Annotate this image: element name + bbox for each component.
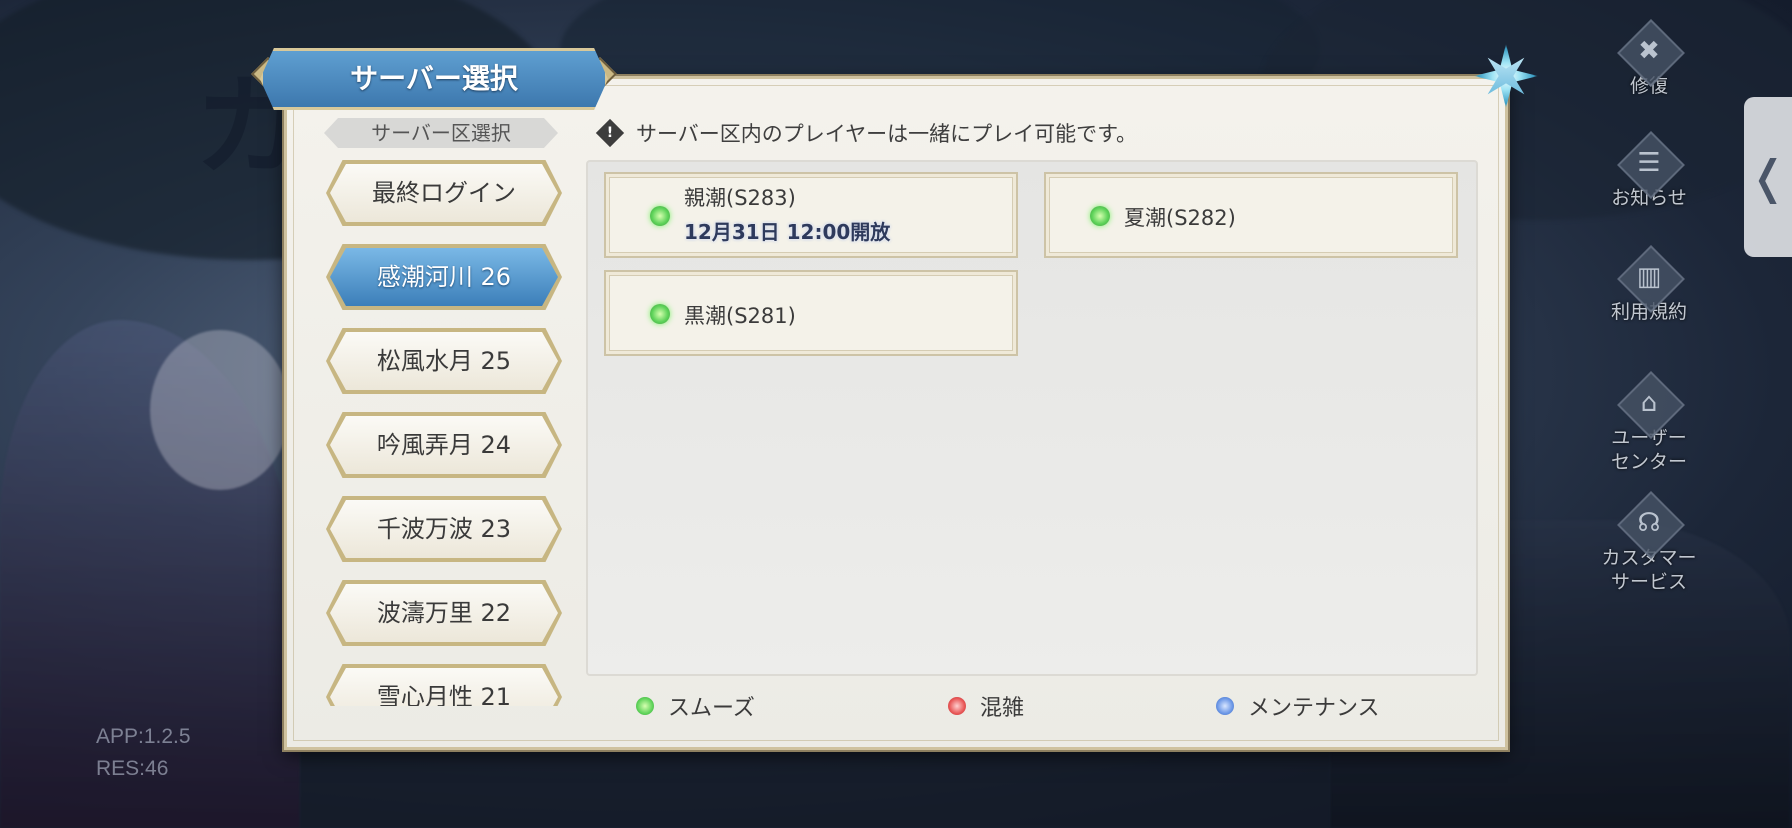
server-name: 親潮(S283) [684, 186, 796, 210]
status-smooth-icon [650, 304, 670, 324]
region-header: サーバー区選択 [324, 118, 558, 148]
book-icon: ▥ [1636, 262, 1662, 292]
notice-text: サーバー区内のプレイヤーは一緒にプレイ可能です。 [636, 122, 1138, 146]
blue-dot-icon [1216, 697, 1234, 715]
notice-button[interactable]: ☰ お知らせ [1594, 130, 1704, 210]
region-item-last-login[interactable]: 最終ログイン [326, 160, 562, 226]
collapse-side-tab[interactable]: ❬ [1744, 97, 1792, 257]
region-label: 波濤万里 22 [376, 599, 512, 627]
legend-smooth: スムーズ [636, 690, 755, 722]
legend-maintenance: メンテナンス [1216, 690, 1380, 722]
region-item-25[interactable]: 松風水月 25 [326, 328, 562, 394]
region-label: 雪心月性 21 [376, 683, 512, 706]
customer-service-button[interactable]: ☊ カスタマー サービス [1594, 490, 1704, 594]
castle-icon: ⌂ [1640, 388, 1658, 418]
region-item-22[interactable]: 波濤万里 22 [326, 580, 562, 646]
region-item-23[interactable]: 千波万波 23 [326, 496, 562, 562]
server-card-s282[interactable]: 夏潮(S282) [1044, 172, 1458, 258]
server-card-s283[interactable]: 親潮(S283) 12月31日 12:00開放 [604, 172, 1018, 258]
server-card-s281[interactable]: 黒潮(S281) [604, 270, 1018, 356]
server-name: 黒潮(S281) [684, 304, 796, 328]
headset-icon: ☊ [1637, 508, 1661, 538]
region-item-24[interactable]: 吟風弄月 24 [326, 412, 562, 478]
app-version: APP:1.2.5 [96, 725, 191, 748]
region-label: 感潮河川 26 [376, 263, 512, 291]
green-dot-icon [636, 697, 654, 715]
status-smooth-icon [1090, 206, 1110, 226]
region-label: 千波万波 23 [376, 515, 512, 543]
server-notice: ! サーバー区内のプレイヤーは一緒にプレイ可能です。 [595, 118, 1138, 148]
region-list[interactable]: 最終ログイン 感潮河川 26 松風水月 25 吟風弄月 24 千波万波 23 波… [326, 160, 566, 706]
user-center-button[interactable]: ⌂ ユーザー センター [1594, 370, 1704, 474]
notice-board-icon: ☰ [1637, 148, 1661, 178]
server-list-panel: 親潮(S283) 12月31日 12:00開放 夏潮(S282) 黒潮(S281… [586, 160, 1478, 676]
terms-button[interactable]: ▥ 利用規約 [1594, 244, 1704, 324]
server-open-time: 12月31日 12:00開放 [684, 220, 891, 244]
legend-crowded: 混雑 [948, 690, 1024, 722]
region-item-26[interactable]: 感潮河川 26 [326, 244, 562, 310]
chevron-left-icon: ❬ [1748, 150, 1788, 204]
region-item-21[interactable]: 雪心月性 21 [326, 664, 562, 706]
server-name: 夏潮(S282) [1124, 206, 1236, 230]
wrench-hammer-icon: ✖ [1638, 36, 1660, 66]
repair-button[interactable]: ✖ 修復 [1594, 18, 1704, 98]
info-diamond-icon: ! [595, 118, 625, 148]
close-button[interactable] [1474, 44, 1538, 108]
region-label: 松風水月 25 [376, 347, 512, 375]
region-label: 吟風弄月 24 [376, 431, 512, 459]
res-version: RES:46 [96, 757, 169, 780]
region-label: 最終ログイン [372, 179, 516, 207]
red-dot-icon [948, 697, 966, 715]
dialog-title: サーバー選択 [260, 48, 608, 110]
status-smooth-icon [650, 206, 670, 226]
